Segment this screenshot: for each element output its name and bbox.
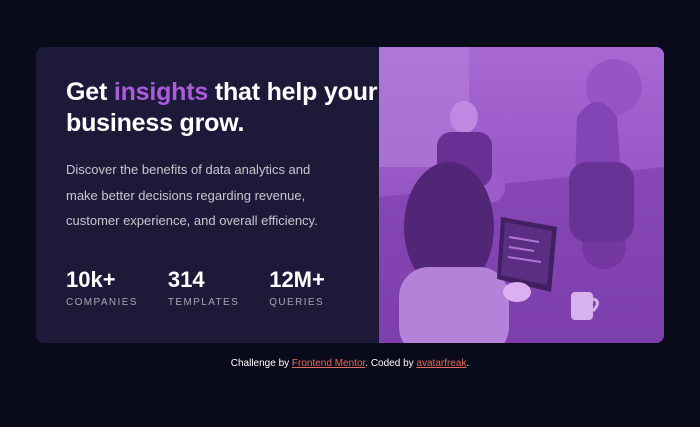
headline: Get insights that help your business gro…	[66, 77, 379, 139]
stat-queries: 12M+ QUERIES	[269, 267, 325, 308]
headline-start: Get	[66, 78, 114, 106]
stat-label: COMPANIES	[66, 297, 138, 308]
attribution-suffix: .	[466, 358, 470, 369]
stat-value: 12M+	[269, 267, 325, 292]
stat-label: QUERIES	[269, 297, 325, 308]
stat-value: 314	[167, 267, 205, 292]
headline-accent: insights	[113, 78, 209, 106]
card-text-section: Get insights that help your business gro…	[36, 47, 379, 343]
stat-label: TEMPLATES	[167, 297, 240, 308]
frontend-mentor-link[interactable]: Frontend Mentor	[292, 358, 365, 369]
stats-preview-card: Get insights that help your business gro…	[36, 47, 664, 343]
attribution-middle: . Coded by	[365, 358, 417, 369]
office-photo-illustration	[379, 47, 664, 343]
page: Get insights that help your business gro…	[0, 0, 700, 427]
attribution-prefix: Challenge by	[230, 358, 292, 369]
attribution: Challenge by Frontend Mentor. Coded by a…	[0, 358, 700, 369]
stat-templates: 314 TEMPLATES	[168, 267, 239, 308]
description: Discover the benefits of data analytics …	[66, 162, 318, 228]
office-photo	[379, 47, 664, 343]
stat-companies: 10k+ COMPANIES	[66, 267, 138, 308]
stats-row: 10k+ COMPANIES 314 TEMPLATES 12M+ QUERIE…	[66, 267, 355, 308]
stat-value: 10k+	[66, 267, 116, 292]
author-link[interactable]: avatarfreak	[416, 358, 466, 369]
